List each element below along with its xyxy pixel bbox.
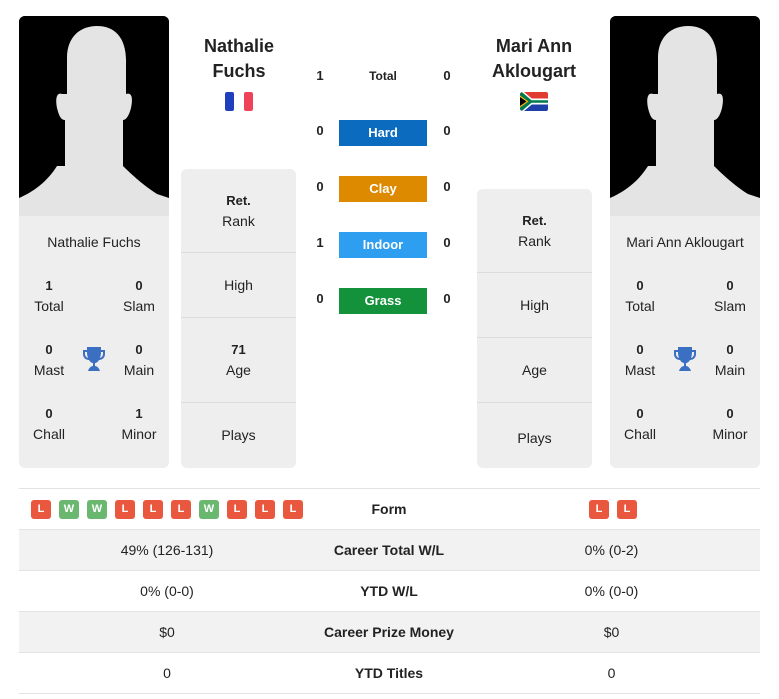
table-row: 0% (0-0) YTD W/L 0% (0-0) — [19, 571, 760, 612]
form-win-badge[interactable]: W — [87, 500, 107, 519]
player-left-card: Nathalie Fuchs 1 Total 0 Slam 0 Mast 0 Main … — [19, 216, 169, 468]
form-loss-badge[interactable]: L — [227, 500, 247, 519]
surface-hard-pill[interactable]: Hard — [339, 120, 427, 146]
titles-slam: 0 Slam — [123, 278, 155, 314]
rank-cell: Ret. Rank — [477, 189, 592, 273]
player-right-heading[interactable]: Mari Ann Aklougart — [464, 34, 604, 84]
form-loss-badge[interactable]: L — [589, 500, 609, 519]
form-loss-badge[interactable]: L — [283, 500, 303, 519]
form-loss-badge[interactable]: L — [143, 500, 163, 519]
h2h-row-hard: 0 Hard 0 — [300, 120, 470, 146]
plays-cell: Plays — [517, 430, 552, 446]
player-right-info: Ret. Rank High Age Plays — [477, 189, 592, 468]
form-row: LWWLLLWLLL Form LL — [19, 489, 760, 530]
form-loss-badge[interactable]: L — [171, 500, 191, 519]
form-loss-badge[interactable]: L — [31, 500, 51, 519]
form-win-badge[interactable]: W — [199, 500, 219, 519]
table-row: 49% (126-131) Career Total W/L 0% (0-2) — [19, 530, 760, 571]
titles-mast: 0 Mast — [624, 342, 656, 378]
high-cell: High — [477, 273, 592, 338]
h2h-label-total: Total — [369, 69, 397, 83]
titles-minor: 0 Minor — [712, 406, 748, 442]
age-cell: Age — [477, 338, 592, 403]
player-left-heading[interactable]: Nathalie Fuchs — [169, 34, 309, 84]
form-left-badges: LWWLLLWLLL — [31, 500, 303, 519]
rank-cell: Ret. Rank — [181, 169, 296, 253]
comparison-table: LWWLLLWLLL Form LL 49% (126-131) Career … — [19, 488, 760, 694]
h2h-row-clay: 0 Clay 0 — [300, 176, 470, 202]
france-flag-icon — [225, 92, 253, 111]
player-right-photo — [610, 16, 760, 216]
silhouette-icon — [610, 16, 760, 216]
player-right-card: Mari Ann Aklougart 0 Total 0 Slam 0 Mast 0M… — [610, 216, 760, 468]
player-right-name[interactable]: Mari Ann Aklougart — [610, 234, 760, 250]
titles-chall: 0 Chall — [624, 406, 656, 442]
silhouette-icon — [19, 16, 169, 216]
age-cell: 71 Age — [181, 318, 296, 403]
form-win-badge[interactable]: W — [59, 500, 79, 519]
player-left-info: Ret. Rank High 71 Age Plays — [181, 169, 296, 468]
titles-total: 1 Total — [34, 278, 64, 314]
titles-slam: 0 Slam — [714, 278, 746, 314]
titles-mast: 0 Mast — [33, 342, 65, 378]
titles-minor: 1 Minor — [121, 406, 157, 442]
form-loss-badge[interactable]: L — [617, 500, 637, 519]
h2h-row-total: 1 Total 0 — [316, 68, 451, 83]
form-loss-badge[interactable]: L — [115, 500, 135, 519]
trophy-icon — [83, 347, 105, 371]
surface-grass-pill[interactable]: Grass — [339, 288, 427, 314]
player-left-name[interactable]: Nathalie Fuchs — [19, 234, 169, 250]
h2h-row-grass: 0 Grass 0 — [300, 288, 470, 314]
surface-clay-pill[interactable]: Clay — [339, 176, 427, 202]
titles-chall: 0 Chall — [33, 406, 65, 442]
form-label: Form — [371, 501, 407, 517]
table-row: $0 Career Prize Money $0 — [19, 612, 760, 653]
surface-indoor-pill[interactable]: Indoor — [339, 232, 427, 258]
player-left-photo — [19, 16, 169, 216]
h2h-row-indoor: 1 Indoor 0 — [300, 232, 470, 258]
table-row: 0 YTD Titles 0 — [19, 653, 760, 694]
titles-total: 0 Total — [625, 278, 655, 314]
form-loss-badge[interactable]: L — [255, 500, 275, 519]
trophy-icon — [674, 347, 696, 371]
high-cell: High — [181, 253, 296, 318]
south-africa-flag-icon — [520, 92, 548, 111]
titles-main: 0 Main — [123, 342, 155, 378]
form-right-badges: LL — [589, 500, 637, 519]
plays-cell: Plays — [221, 427, 256, 443]
titles-main: 0 Main — [714, 342, 746, 378]
